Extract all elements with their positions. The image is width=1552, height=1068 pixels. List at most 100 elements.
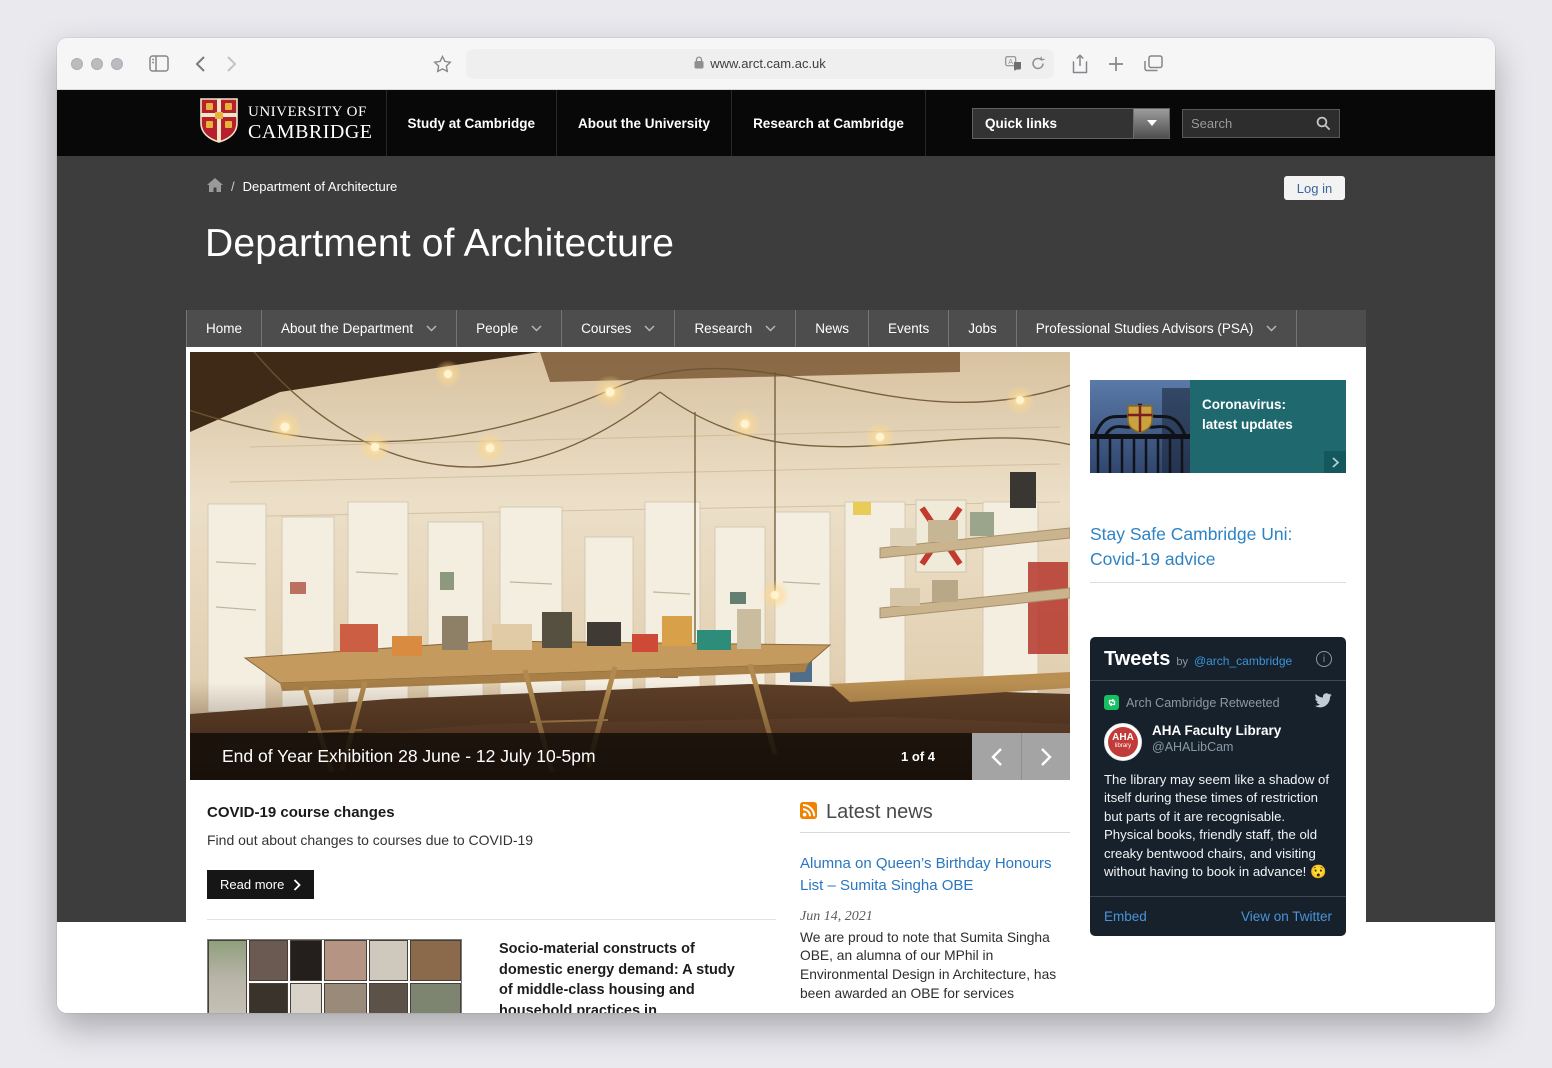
page-banner: / Department of Architecture Log in Depa…	[57, 156, 1495, 310]
close-window-button[interactable]	[71, 58, 83, 70]
tab-label: Events	[888, 321, 929, 336]
latest-news-section: Latest news Alumna on Queen’s Birthday H…	[800, 780, 1070, 1013]
tab-people[interactable]: People	[456, 310, 561, 347]
tweet-text: The library may seem like a shadow of it…	[1104, 771, 1332, 882]
back-button[interactable]	[195, 55, 206, 73]
view-on-twitter-link[interactable]: View on Twitter	[1241, 909, 1332, 924]
tweet-author-handle[interactable]: @AHALibCam	[1152, 740, 1281, 754]
new-tab-icon[interactable]	[1108, 56, 1124, 72]
avatar-text: AHA	[1112, 733, 1134, 743]
carousel-controls	[972, 733, 1070, 780]
chevron-down-icon	[644, 325, 655, 332]
sidebar-toggle-icon[interactable]	[149, 55, 169, 72]
coronavirus-card-title: Coronavirus: latest updates	[1202, 395, 1322, 436]
tweet: Arch Cambridge Retweeted AHA library	[1090, 681, 1346, 882]
university-header: UNIVERSITY OF CAMBRIDGE Study at Cambrid…	[57, 90, 1495, 156]
tab-news[interactable]: News	[795, 310, 868, 347]
chevron-right-icon	[293, 879, 301, 891]
covid-text: Find out about changes to courses due to…	[207, 832, 776, 848]
tab-home[interactable]: Home	[186, 310, 261, 347]
news-item-link[interactable]: Alumna on Queen’s Birthday Honours List …	[800, 853, 1070, 897]
carousel-next-button[interactable]	[1021, 733, 1070, 780]
reload-icon[interactable]	[1031, 49, 1045, 79]
hero-caption-bar: End of Year Exhibition 28 June - 12 July…	[190, 733, 1070, 780]
tab-label: Research	[694, 321, 752, 336]
carousel-prev-button[interactable]	[972, 733, 1021, 780]
search-input[interactable]	[1183, 110, 1307, 137]
embed-link[interactable]: Embed	[1104, 909, 1147, 924]
article-title[interactable]: Socio-material constructs of domestic en…	[499, 939, 749, 1013]
search-icon[interactable]	[1307, 110, 1339, 137]
hero-carousel: End of Year Exhibition 28 June - 12 July…	[190, 352, 1070, 780]
bookmark-star-icon[interactable]	[433, 55, 452, 73]
tweets-by-label: by	[1176, 656, 1188, 668]
rss-icon[interactable]	[800, 802, 817, 824]
tab-overview-icon[interactable]	[1144, 55, 1163, 72]
chevron-right-icon	[1332, 457, 1339, 468]
retweet-icon	[1104, 695, 1119, 710]
tweets-account-link[interactable]: @arch_cambridge	[1194, 654, 1292, 668]
chevron-down-icon	[426, 325, 437, 332]
tab-research[interactable]: Research	[674, 310, 795, 347]
tab-events[interactable]: Events	[868, 310, 948, 347]
chevron-right-icon	[1039, 747, 1053, 767]
home-icon[interactable]	[207, 178, 223, 195]
main-area: End of Year Exhibition 28 June - 12 July…	[186, 347, 1366, 1013]
below-hero: COVID-19 course changes Find out about c…	[190, 780, 1070, 1013]
tab-about-the-department[interactable]: About the Department	[261, 310, 456, 347]
avatar[interactable]: AHA library	[1104, 723, 1142, 761]
quick-links-arrow-button[interactable]	[1133, 109, 1169, 138]
news-divider	[800, 832, 1070, 833]
retweeted-label: Arch Cambridge Retweeted	[1126, 696, 1280, 710]
tab-label: Courses	[581, 321, 631, 336]
browser-window: www.arct.cam.ac.uk A	[57, 38, 1495, 1013]
stay-safe-link[interactable]: Stay Safe Cambridge Uni: Covid-19 advice	[1090, 522, 1346, 573]
covid-notice-section: COVID-19 course changes Find out about c…	[190, 780, 776, 1013]
login-button[interactable]: Log in	[1284, 176, 1345, 200]
tab-jobs[interactable]: Jobs	[948, 310, 1016, 347]
nav-about-the-university[interactable]: About the University	[556, 90, 731, 156]
tweet-author-name[interactable]: AHA Faculty Library	[1152, 723, 1281, 738]
chevron-left-icon	[990, 747, 1004, 767]
tab-psa[interactable]: Professional Studies Advisors (PSA)	[1016, 310, 1297, 347]
nav-study-at-cambridge[interactable]: Study at Cambridge	[386, 90, 557, 156]
quick-links-dropdown[interactable]: Quick links	[972, 108, 1170, 139]
tab-courses[interactable]: Courses	[561, 310, 674, 347]
zoom-window-button[interactable]	[111, 58, 123, 70]
sidebar-divider	[1090, 582, 1346, 583]
nav-research-at-cambridge[interactable]: Research at Cambridge	[731, 90, 926, 156]
news-item-excerpt: We are proud to note that Sumita Singha …	[800, 929, 1070, 1004]
minimize-window-button[interactable]	[91, 58, 103, 70]
coronavirus-card-body: Coronavirus: latest updates	[1190, 380, 1346, 473]
article-thumbnail[interactable]	[207, 939, 462, 1013]
cambridge-shield-icon	[200, 98, 238, 148]
hero-caption: End of Year Exhibition 28 June - 12 July…	[190, 746, 596, 767]
page-title: Department of Architecture	[205, 222, 674, 266]
nav-filler	[1296, 310, 1366, 347]
quick-links-label: Quick links	[973, 109, 1133, 138]
lock-icon	[694, 56, 704, 72]
avatar-subtext: library	[1115, 743, 1131, 750]
address-bar[interactable]: www.arct.cam.ac.uk A	[466, 49, 1054, 79]
coronavirus-card-arrow[interactable]	[1324, 451, 1346, 473]
chevron-down-icon	[531, 325, 542, 332]
forward-button[interactable]	[226, 55, 237, 73]
translate-icon[interactable]: A	[1005, 49, 1022, 79]
retweet-row: Arch Cambridge Retweeted	[1104, 693, 1332, 713]
chevron-down-icon	[765, 325, 776, 332]
university-logo[interactable]: UNIVERSITY OF CAMBRIDGE	[200, 90, 373, 156]
tab-label: About the Department	[281, 321, 413, 336]
twitter-bird-icon	[1314, 693, 1332, 713]
news-item-date: Jun 14, 2021	[800, 909, 1070, 925]
read-more-button[interactable]: Read more	[207, 870, 314, 899]
covid-heading: COVID-19 course changes	[207, 804, 776, 821]
info-icon[interactable]: i	[1316, 651, 1332, 667]
latest-news-heading: Latest news	[826, 801, 933, 824]
hero-counter: 1 of 4	[901, 749, 935, 764]
tweets-title: Tweets	[1104, 648, 1170, 671]
tweets-widget: Tweets by @arch_cambridge i Arch Cambrid…	[1090, 637, 1346, 936]
share-icon[interactable]	[1072, 54, 1088, 74]
coronavirus-card[interactable]: Coronavirus: latest updates	[1090, 380, 1346, 473]
tab-label: Jobs	[968, 321, 997, 336]
svg-text:A: A	[1008, 59, 1013, 66]
